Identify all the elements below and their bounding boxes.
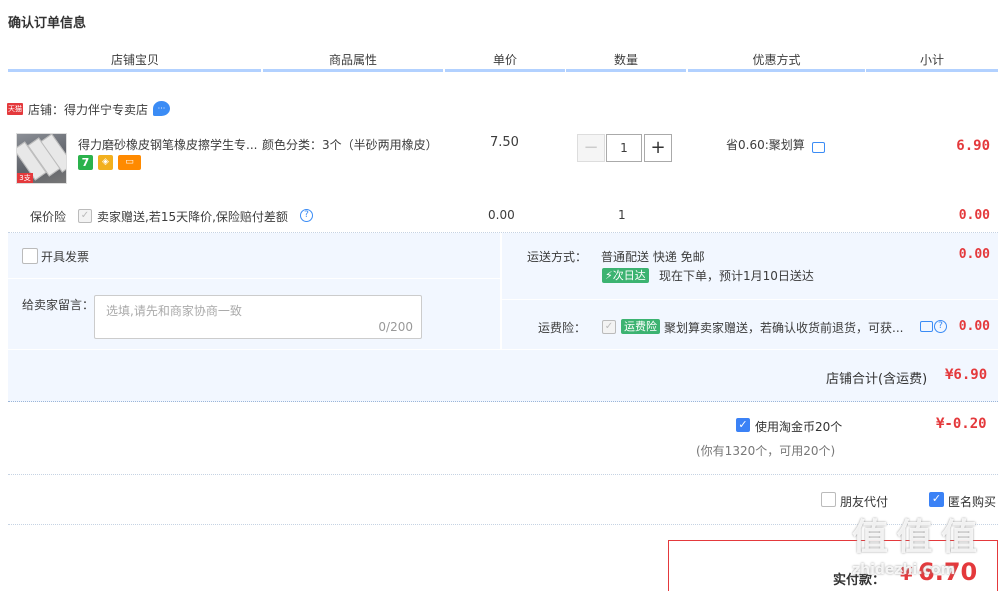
chat-bubble-icon[interactable]: ··· [153, 101, 170, 116]
store-total-label: 店铺合计(含运费) [826, 372, 928, 387]
insurance-subtotal: 0.00 [958, 208, 990, 223]
col-attribute: 商品属性 [328, 53, 377, 67]
shipping-eta: 现在下单，预计1月10日送达 [659, 269, 814, 283]
shipping-price: 0.00 [958, 247, 990, 262]
message-label: 给卖家留言： [22, 298, 95, 312]
coins-checkbox[interactable]: ✓ [736, 418, 750, 432]
seven-day-return-icon: 7 [78, 155, 93, 170]
insurance-label: 保价险 [30, 210, 67, 224]
discount-text: 省0.60:聚划算 [726, 138, 805, 152]
guarantee-icon: ◈ [98, 155, 113, 170]
tmall-icon: 天猫 [7, 103, 23, 115]
next-day-tag: ⚡次日达 [602, 268, 649, 283]
credit-card-icon: ▭ [118, 155, 141, 170]
comment-icon[interactable] [920, 321, 933, 332]
store-total-value: ¥6.90 [945, 367, 988, 383]
product-title[interactable]: 得力磨砂橡皮钢笔橡皮擦学生专... [78, 136, 260, 153]
coins-label[interactable]: 使用淘金币20个 [755, 418, 842, 435]
message-counter: 0/200 [378, 320, 413, 334]
decrease-button[interactable]: − [577, 134, 605, 162]
freight-insurance-checkbox: ✓ [602, 320, 616, 334]
shipping-method[interactable]: 普通配送 快递 免邮 [601, 248, 705, 265]
friend-pay-checkbox[interactable] [821, 492, 836, 507]
store-name[interactable]: 店铺：得力伴宁专卖店 [28, 101, 148, 118]
coins-discount: ¥-0.20 [936, 416, 987, 432]
insurance-text: 卖家赠送,若15天降价,保险赔付差额 [97, 210, 288, 224]
col-subtotal: 小计 [919, 53, 944, 67]
increase-button[interactable]: + [644, 134, 672, 162]
invoice-checkbox[interactable] [22, 248, 38, 264]
coins-hint: (你有1320个，可用20个) [696, 444, 836, 458]
unit-price: 7.50 [490, 135, 519, 150]
insurance-price: 0.00 [488, 208, 515, 222]
message-textarea[interactable]: 选填,请先和商家协商一致 0/200 [94, 295, 422, 339]
message-placeholder: 选填,请先和商家协商一致 [106, 304, 242, 318]
col-unit-price: 单价 [492, 53, 517, 67]
column-header-row: 店铺宝贝 商品属性 单价 数量 优惠方式 小计 [8, 52, 998, 74]
insurance-checkbox: ✓ [78, 209, 92, 223]
freight-insurance-price: 0.00 [958, 319, 990, 334]
thumbnail-tag: 3支装 [17, 173, 33, 183]
page-title: 确认订单信息 [8, 16, 87, 31]
comment-icon[interactable] [812, 142, 825, 153]
freight-insurance-label: 运费险： [538, 321, 587, 335]
help-icon[interactable]: ? [300, 209, 313, 222]
col-quantity: 数量 [613, 53, 638, 67]
watermark-url: zhidezhi.com [852, 562, 956, 578]
freight-insurance-text: 聚划算卖家赠送，若确认收货前退货，可获... [664, 321, 904, 335]
insurance-qty: 1 [618, 208, 626, 222]
quantity-input[interactable]: 1 [606, 134, 642, 162]
freight-insurance-tag: 运费险 [621, 319, 660, 334]
item-subtotal: 6.90 [956, 138, 990, 154]
col-store-item: 店铺宝贝 [110, 53, 159, 67]
anonymous-checkbox[interactable]: ✓ [929, 492, 944, 507]
invoice-label[interactable]: 开具发票 [41, 248, 89, 265]
product-thumbnail[interactable]: 3支装 [16, 133, 67, 184]
shipping-label: 运送方式： [527, 250, 588, 264]
watermark-logo: 值 值 值 [852, 517, 977, 558]
col-discount: 优惠方式 [752, 53, 801, 67]
product-attribute: 颜色分类：3个（半砂两用橡皮） [262, 138, 438, 152]
